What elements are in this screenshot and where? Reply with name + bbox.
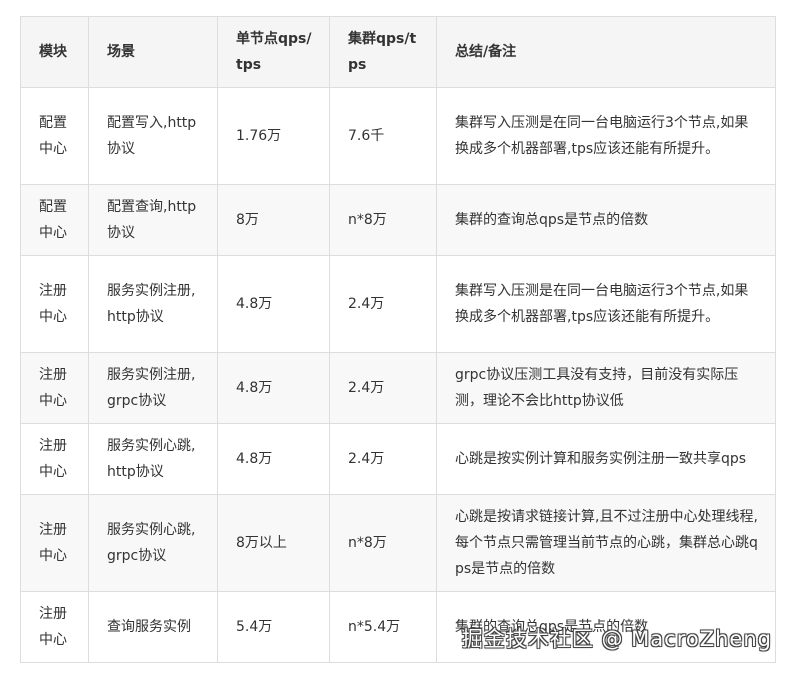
- cell-scenario: 配置查询,http协议: [88, 184, 218, 256]
- cell-module: 注册中心: [20, 494, 89, 592]
- cell-module: 注册中心: [20, 255, 89, 353]
- cell-single-node: 4.8万: [217, 255, 330, 353]
- cell-cluster: 2.4万: [329, 352, 437, 424]
- header-notes: 总结/备注: [436, 16, 776, 88]
- cell-scenario: 服务实例心跳,grpc协议: [88, 494, 218, 592]
- table-row: 配置中心 配置查询,http协议 8万 n*8万 集群的查询总qps是节点的倍数: [20, 184, 776, 256]
- cell-single-node: 4.8万: [217, 423, 330, 495]
- cell-cluster: n*5.4万: [329, 591, 437, 663]
- cell-scenario: 服务实例注册,http协议: [88, 255, 218, 353]
- table-row: 注册中心 服务实例心跳,http协议 4.8万 2.4万 心跳是按实例计算和服务…: [20, 423, 776, 495]
- benchmark-table-container: 模块 场景 单节点qps/tps 集群qps/tps 总结/备注 配置中心 配置…: [20, 16, 776, 663]
- cell-cluster: 7.6千: [329, 87, 437, 185]
- source-watermark: 掘金技术社区 @ MacroZheng: [461, 627, 772, 651]
- cell-module: 配置中心: [20, 184, 89, 256]
- table-row: 注册中心 服务实例心跳,grpc协议 8万以上 n*8万 心跳是按请求链接计算,…: [20, 494, 776, 592]
- cell-module: 注册中心: [20, 352, 89, 424]
- cell-module: 配置中心: [20, 87, 89, 185]
- cell-scenario: 配置写入,http协议: [88, 87, 218, 185]
- cell-scenario: 服务实例注册,grpc协议: [88, 352, 218, 424]
- cell-notes: 集群的查询总qps是节点的倍数: [436, 184, 776, 256]
- benchmark-table: 模块 场景 单节点qps/tps 集群qps/tps 总结/备注 配置中心 配置…: [20, 16, 776, 663]
- cell-notes: 集群写入压测是在同一台电脑运行3个节点,如果换成多个机器部署,tps应该还能有所…: [436, 255, 776, 353]
- cell-single-node: 8万以上: [217, 494, 330, 592]
- table-row: 配置中心 配置写入,http协议 1.76万 7.6千 集群写入压测是在同一台电…: [20, 87, 776, 185]
- cell-module: 注册中心: [20, 423, 89, 495]
- table-row: 注册中心 服务实例注册,http协议 4.8万 2.4万 集群写入压测是在同一台…: [20, 255, 776, 353]
- cell-module: 注册中心: [20, 591, 89, 663]
- cell-single-node: 4.8万: [217, 352, 330, 424]
- cell-cluster: 2.4万: [329, 423, 437, 495]
- header-module: 模块: [20, 16, 89, 88]
- table-row: 注册中心 服务实例注册,grpc协议 4.8万 2.4万 grpc协议压测工具没…: [20, 352, 776, 424]
- cell-scenario: 查询服务实例: [88, 591, 218, 663]
- cell-cluster: n*8万: [329, 184, 437, 256]
- cell-notes: 集群写入压测是在同一台电脑运行3个节点,如果换成多个机器部署,tps应该还能有所…: [436, 87, 776, 185]
- cell-single-node: 5.4万: [217, 591, 330, 663]
- cell-notes: 心跳是按请求链接计算,且不过注册中心处理线程,每个节点只需管理当前节点的心跳，集…: [436, 494, 776, 592]
- cell-single-node: 8万: [217, 184, 330, 256]
- cell-notes: grpc协议压测工具没有支持，目前没有实际压测，理论不会比http协议低: [436, 352, 776, 424]
- cell-single-node: 1.76万: [217, 87, 330, 185]
- header-scenario: 场景: [88, 16, 218, 88]
- cell-scenario: 服务实例心跳,http协议: [88, 423, 218, 495]
- table-header-row: 模块 场景 单节点qps/tps 集群qps/tps 总结/备注: [20, 16, 776, 88]
- cell-cluster: n*8万: [329, 494, 437, 592]
- header-cluster: 集群qps/tps: [329, 16, 437, 88]
- cell-cluster: 2.4万: [329, 255, 437, 353]
- header-single-node: 单节点qps/tps: [217, 16, 330, 88]
- cell-notes: 心跳是按实例计算和服务实例注册一致共享qps: [436, 423, 776, 495]
